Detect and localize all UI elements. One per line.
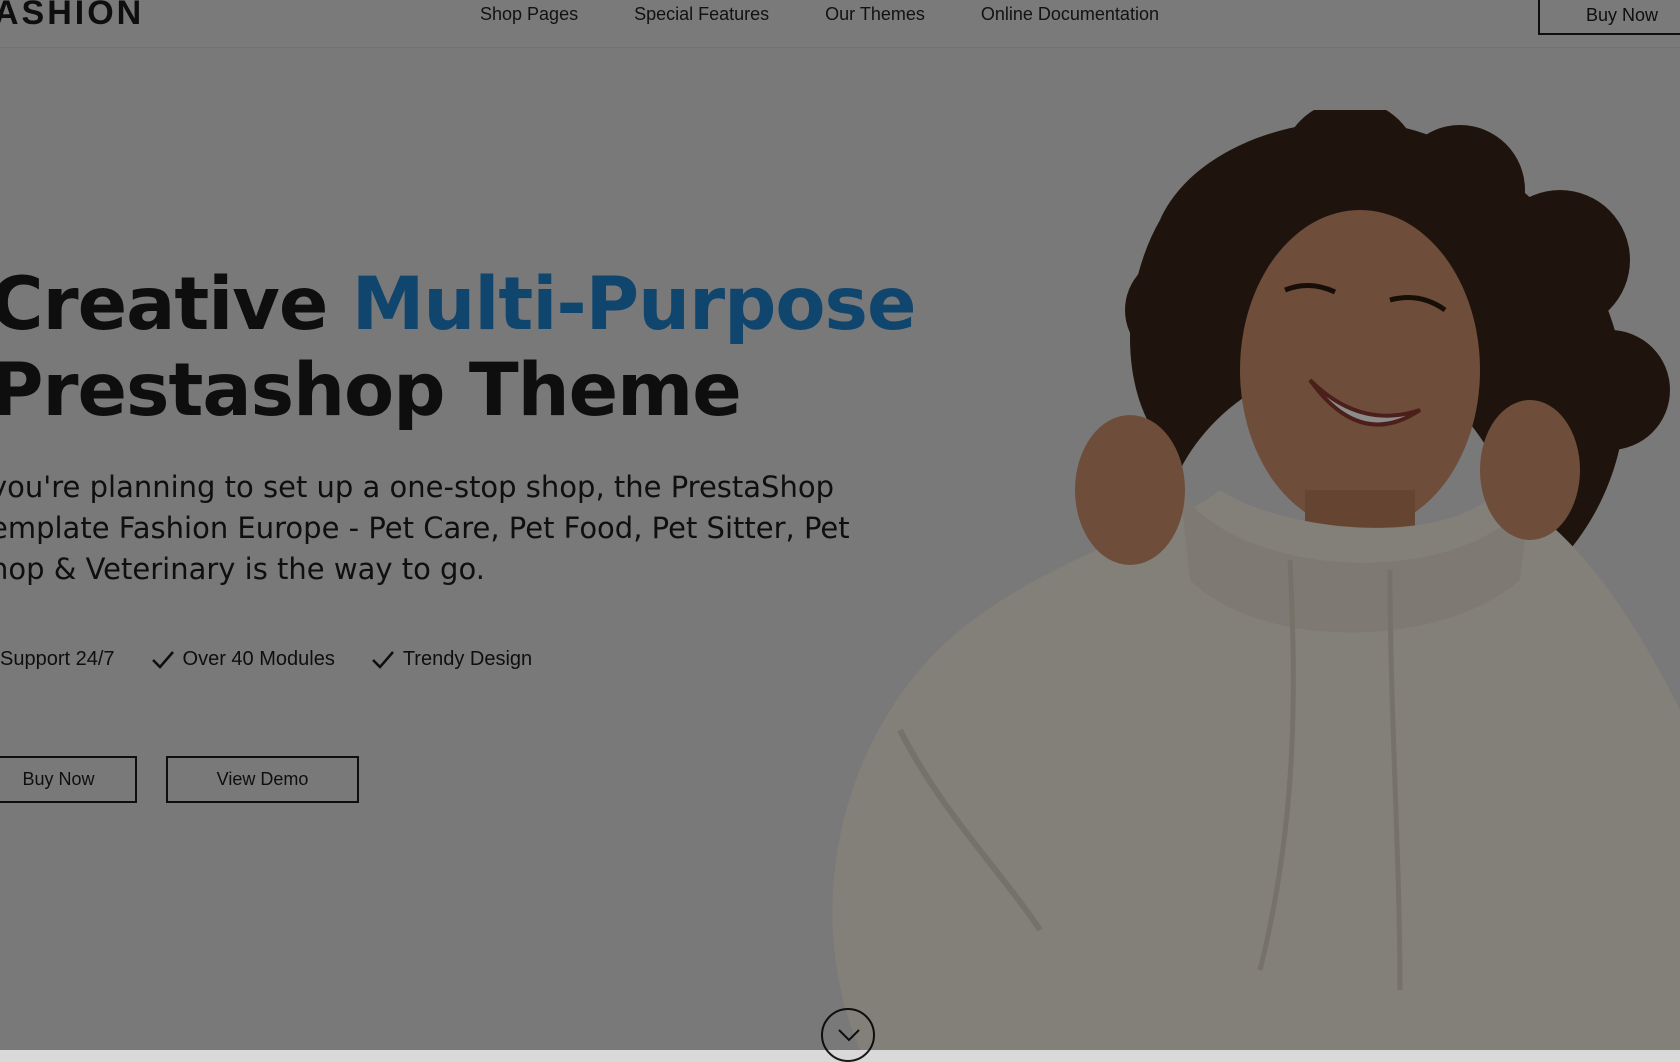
header-buy-now-button[interactable]: Buy Now — [1538, 0, 1680, 35]
feature-support: Support 24/7 — [0, 648, 115, 671]
feature-modules-label: Over 40 Modules — [182, 648, 335, 670]
hero-buy-now-button[interactable]: Buy Now — [0, 756, 137, 803]
scroll-down-button[interactable] — [821, 1008, 875, 1062]
feature-support-label: Support 24/7 — [0, 648, 115, 670]
hero-model-image — [832, 110, 1680, 1050]
logo[interactable]: ASHION — [0, 0, 144, 33]
feature-modules: Over 40 Modules — [151, 648, 335, 671]
feature-design-label: Trendy Design — [402, 648, 533, 670]
nav-our-themes[interactable]: Our Themes — [825, 4, 925, 25]
main-nav: Shop Pages Special Features Our Themes O… — [480, 4, 1215, 25]
hero-title-line2: Prestashop Theme — [0, 348, 742, 433]
nav-shop-pages[interactable]: Shop Pages — [480, 4, 578, 25]
site-header: ASHION Shop Pages Special Features Our T… — [0, 0, 1680, 48]
nav-online-documentation[interactable]: Online Documentation — [981, 4, 1159, 25]
chevron-down-icon — [838, 1029, 860, 1042]
feature-design: Trendy Design — [371, 648, 532, 671]
view-demo-button[interactable]: View Demo — [166, 756, 359, 803]
page: ASHION Shop Pages Special Features Our T… — [0, 0, 1680, 1062]
hero-title-part1: Creative — [0, 262, 352, 347]
nav-special-features[interactable]: Special Features — [634, 4, 769, 25]
check-icon — [371, 650, 394, 669]
feature-list: Support 24/7 Over 40 Modules Trendy Desi… — [0, 648, 568, 671]
check-icon — [151, 650, 174, 669]
